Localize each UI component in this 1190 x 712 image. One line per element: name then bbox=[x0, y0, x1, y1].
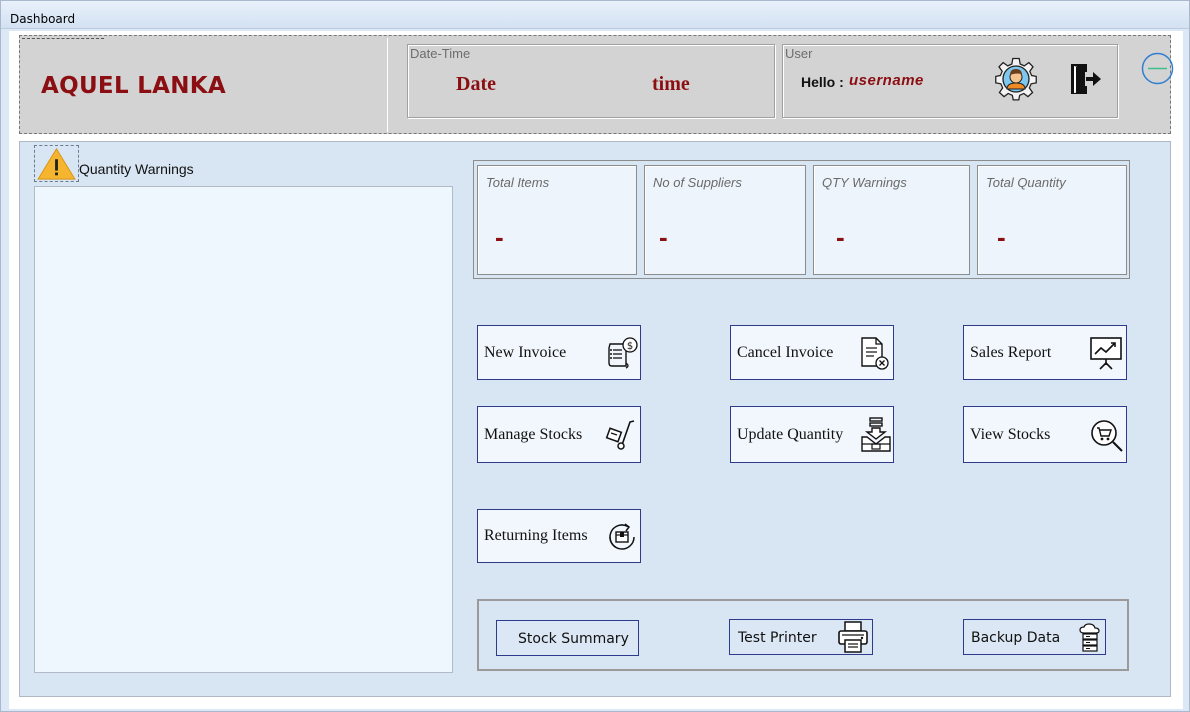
time-value: time bbox=[652, 73, 690, 95]
logout-door-icon[interactable] bbox=[1068, 62, 1104, 96]
button-label: Cancel Invoice bbox=[737, 344, 834, 361]
button-label: Backup Data bbox=[971, 630, 1061, 646]
stat-total-items: Total Items - bbox=[477, 165, 637, 275]
quantity-warnings-label: Quantity Warnings bbox=[79, 161, 194, 177]
new-invoice-button[interactable]: New Invoice $ bbox=[477, 325, 641, 380]
username-value: username bbox=[849, 72, 924, 89]
header-bar: AQUEL LANKA Date-Time Date time User Hel… bbox=[19, 35, 1174, 134]
stock-summary-button[interactable]: Stock Summary bbox=[496, 620, 639, 656]
button-label: Update Quantity bbox=[737, 426, 844, 443]
button-label: Returning Items bbox=[484, 527, 588, 544]
returning-items-button[interactable]: Returning Items bbox=[477, 509, 641, 563]
user-group-label: User bbox=[785, 46, 813, 61]
svg-text:$: $ bbox=[627, 341, 633, 352]
stat-value: - bbox=[836, 222, 845, 252]
stat-value: - bbox=[997, 222, 1006, 252]
button-label: Sales Report bbox=[970, 344, 1052, 361]
dashboard-window: Dashboard AQUEL LANKA Date-Time Date tim… bbox=[0, 0, 1190, 712]
datetime-group: Date-Time Date time bbox=[407, 44, 775, 118]
stat-qty-warnings: QTY Warnings - bbox=[813, 165, 970, 275]
stat-value: - bbox=[659, 222, 668, 252]
quantity-warnings-list[interactable] bbox=[34, 186, 453, 673]
stat-label: Total Items bbox=[486, 175, 550, 190]
button-label: Stock Summary bbox=[518, 631, 629, 647]
button-label: New Invoice bbox=[484, 344, 567, 361]
stat-label: Total Quantity bbox=[986, 175, 1066, 190]
main-panel: Quantity Warnings Total Items - No of Su… bbox=[19, 141, 1171, 697]
view-stocks-button[interactable]: View Stocks bbox=[963, 406, 1127, 463]
user-group: User Hello : username bbox=[782, 44, 1118, 118]
date-value: Date bbox=[456, 73, 496, 95]
box-download-icon bbox=[861, 417, 891, 452]
stat-total-quantity: Total Quantity - bbox=[977, 165, 1127, 275]
stat-label: QTY Warnings bbox=[822, 175, 907, 190]
presentation-chart-icon bbox=[1090, 337, 1122, 370]
cloud-server-backup-icon bbox=[1079, 623, 1100, 652]
cancel-invoice-button[interactable]: Cancel Invoice bbox=[730, 325, 894, 380]
hello-label: Hello : bbox=[801, 74, 844, 90]
user-settings-gear-icon[interactable] bbox=[993, 56, 1039, 102]
stat-value: - bbox=[495, 222, 504, 252]
test-printer-button[interactable]: Test Printer bbox=[729, 619, 873, 655]
stats-panel: Total Items - No of Suppliers - QTY Warn… bbox=[473, 160, 1130, 279]
datetime-group-label: Date-Time bbox=[410, 46, 471, 61]
tools-panel: Stock Summary Test Printer Backup Data bbox=[477, 599, 1129, 671]
stat-no-of-suppliers: No of Suppliers - bbox=[644, 165, 806, 275]
warning-triangle-icon bbox=[34, 145, 79, 182]
manage-stocks-button[interactable]: Manage Stocks bbox=[477, 406, 641, 463]
brand-name: AQUEL LANKA bbox=[41, 73, 227, 99]
printer-icon bbox=[838, 621, 868, 653]
invoice-dollar-icon: $ bbox=[608, 337, 638, 369]
search-cart-icon bbox=[1091, 420, 1123, 452]
backup-data-button[interactable]: Backup Data bbox=[963, 619, 1106, 655]
brand-panel: AQUEL LANKA bbox=[22, 38, 388, 132]
client-area: AQUEL LANKA Date-Time Date time User Hel… bbox=[9, 31, 1183, 709]
cancel-document-icon bbox=[861, 337, 889, 370]
button-label: Manage Stocks bbox=[484, 426, 583, 443]
title-bar[interactable]: Dashboard bbox=[1, 1, 1189, 29]
window-title: Dashboard bbox=[10, 12, 76, 26]
button-label: View Stocks bbox=[970, 426, 1051, 443]
return-box-icon bbox=[609, 523, 635, 550]
update-quantity-button[interactable]: Update Quantity bbox=[730, 406, 894, 463]
button-label: Test Printer bbox=[738, 630, 817, 646]
stat-label: No of Suppliers bbox=[653, 175, 742, 190]
sales-report-button[interactable]: Sales Report bbox=[963, 325, 1127, 380]
hand-truck-icon bbox=[605, 420, 635, 450]
minimize-circle-icon[interactable] bbox=[1141, 52, 1174, 85]
